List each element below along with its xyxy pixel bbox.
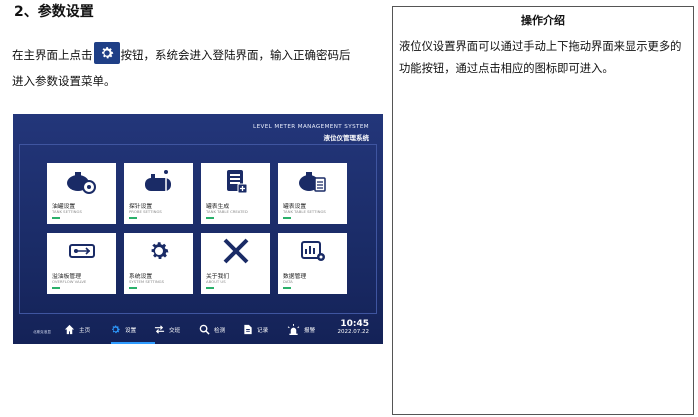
tile-overflow-valve[interactable]: 溢油板管理 OVERFLOW VALVE	[47, 233, 116, 294]
tile-system-settings[interactable]: 系统设置 SYSTEM SETTINGS	[124, 233, 193, 294]
nav-label: 报警	[304, 327, 316, 334]
nav-label: 记录	[257, 327, 269, 334]
tile-accent	[206, 217, 214, 219]
tile-sublabel: TANK TABLE CREATED	[206, 209, 248, 214]
bottom-navbar: 北斯克液显 主页 设置 交班 检测 记录 报警 10:45 2022.07.22	[13, 317, 383, 344]
tile-accent	[52, 287, 60, 289]
tile-tank-table-settings[interactable]: 罐表设置 TANK TABLE SETTINGS	[278, 163, 347, 224]
tank-gear-icon	[67, 172, 96, 194]
tile-sublabel: SYSTEM SETTINGS	[129, 279, 165, 284]
table-add-icon	[227, 170, 248, 194]
nav-label: 设置	[125, 327, 137, 334]
home-icon	[64, 324, 75, 335]
nav-records[interactable]: 记录	[243, 324, 268, 335]
tile-sublabel: OVERFLOW VALVE	[52, 279, 87, 284]
device-title-zh: 液位仪管理系统	[323, 134, 370, 142]
nav-alarm[interactable]: 报警	[287, 324, 315, 335]
valve-icon	[69, 244, 95, 258]
nav-label: 检测	[214, 327, 226, 334]
tile-tank-table-created[interactable]: 罐表生成 TANK TABLE CREATED	[201, 163, 270, 224]
active-tab-indicator	[111, 342, 155, 344]
tile-accent	[206, 287, 214, 289]
para-text-1: 在主界面上点击	[12, 48, 93, 62]
tile-accent	[283, 217, 291, 219]
nav-inspect[interactable]: 检测	[199, 324, 225, 335]
alarm-icon	[287, 324, 300, 335]
clock: 10:45 2022.07.22	[338, 319, 370, 335]
tank-table-icon	[299, 172, 326, 192]
document-icon	[244, 324, 252, 335]
tile-about-us[interactable]: 关于我们 ABOUT US	[201, 233, 270, 294]
device-screenshot: LEVEL METER MANAGEMENT SYSTEM 液位仪管理系统 油罐…	[13, 114, 383, 344]
side-title: 操作介绍	[521, 14, 565, 27]
nav-settings[interactable]: 设置	[110, 324, 136, 335]
gear-icon	[93, 42, 120, 64]
clock-time: 10:45	[340, 319, 369, 329]
tile-probe-settings[interactable]: 探针设置 PROBE SETTINGS	[124, 163, 193, 224]
para-text-2: 按钮，系统会进入登陆界面，输入正确密码后	[120, 48, 351, 62]
device-title-en: LEVEL METER MANAGEMENT SYSTEM	[253, 124, 369, 130]
side-text: 液位仪设置界面可以通过手动上下拖动界面来显示更多的功能按钮，通过点击相应的图标即…	[399, 40, 682, 75]
tile-accent	[129, 217, 137, 219]
nav-home[interactable]: 主页	[64, 324, 90, 335]
data-chart-icon	[301, 241, 325, 261]
brand-label: 北斯克液显	[33, 330, 51, 334]
nav-label: 交班	[169, 327, 181, 334]
gear-icon	[112, 325, 120, 334]
nav-label: 主页	[79, 327, 91, 334]
operation-intro-box: 操作介绍 液位仪设置界面可以通过手动上下拖动界面来显示更多的功能按钮，通过点击相…	[392, 6, 694, 415]
tile-sublabel: TANK SETTINGS	[52, 209, 82, 214]
tile-accent	[129, 287, 137, 289]
swap-icon	[154, 325, 165, 334]
gear-icon	[151, 242, 169, 259]
section-heading: 2、参数设置	[14, 4, 94, 20]
para-text-3: 进入参数设置菜单。	[12, 74, 116, 88]
tile-accent	[52, 217, 60, 219]
tile-data[interactable]: 数据管理 DATA	[278, 233, 347, 294]
tile-sublabel: ABOUT US	[206, 279, 226, 284]
search-icon	[199, 324, 210, 335]
nav-shift[interactable]: 交班	[154, 324, 180, 335]
tile-sublabel: PROBE SETTINGS	[129, 209, 162, 214]
probe-tank-icon	[145, 170, 171, 191]
about-logo-icon	[223, 238, 249, 264]
tile-sublabel: TANK TABLE SETTINGS	[283, 209, 326, 214]
instruction-paragraph: 在主界面上点击 按钮，系统会进入登陆界面，输入正确密码后 进入参数设置菜单。	[12, 42, 387, 94]
tile-accent	[283, 287, 291, 289]
tile-tank-settings[interactable]: 油罐设置 TANK SETTINGS	[47, 163, 116, 224]
tile-sublabel: DATA	[283, 279, 293, 284]
clock-date: 2022.07.22	[337, 329, 370, 335]
